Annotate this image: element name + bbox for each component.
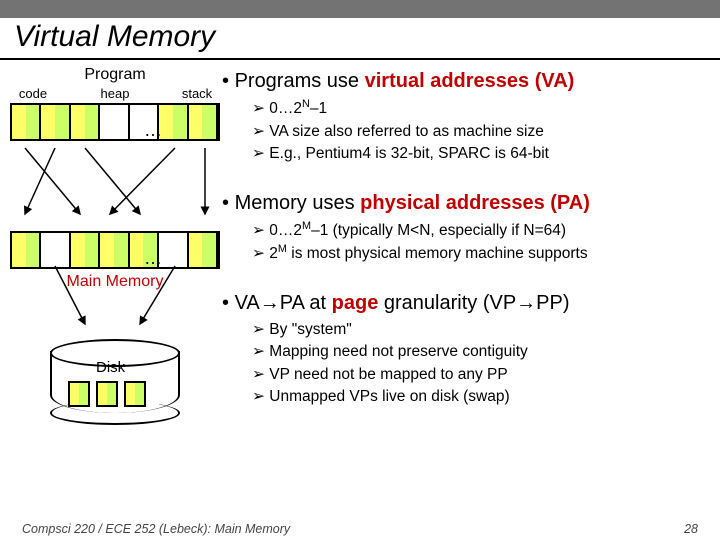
main-memory-box: …	[10, 231, 220, 269]
main-memory-label: Main Memory	[10, 273, 220, 291]
program-label: Program	[10, 66, 220, 84]
bullet-va-example: E.g., Pentium4 is 32-bit, SPARC is 64-bi…	[252, 143, 712, 165]
disk-label: Disk	[96, 359, 125, 376]
page-number: 28	[684, 522, 698, 536]
seg-stack-label: stack	[176, 86, 218, 101]
bullet-pa-max: 2M is most physical memory machine suppo…	[252, 242, 712, 266]
bullet-contiguity: Mapping need not preserve contiguity	[252, 341, 712, 363]
heap-page-2	[71, 105, 100, 139]
footer-left: Compsci 220 / ECE 252 (Lebeck): Main Mem…	[22, 522, 290, 536]
bullet-pa: Memory uses physical addresses (PA)	[222, 192, 712, 215]
mm-empty	[41, 233, 70, 267]
segment-labels: code heap stack	[10, 86, 220, 103]
heap-page-1	[41, 105, 70, 139]
seg-heap-label: heap	[54, 86, 176, 101]
disk-page	[124, 381, 146, 407]
bullet-va: Programs use virtual addresses (VA)	[222, 70, 712, 93]
mm-empty	[159, 233, 188, 267]
bullet-swap: Unmapped VPs live on disk (swap)	[252, 386, 712, 408]
mm-page	[100, 233, 129, 267]
mm-page	[71, 233, 100, 267]
diagram-column: Program code heap stack …	[10, 66, 220, 441]
bullet-by-system: By "system"	[252, 319, 712, 341]
ellipsis: …	[144, 248, 162, 269]
bullet-page: VA→PA at page granularity (VP→PP)	[222, 292, 712, 315]
footer: Compsci 220 / ECE 252 (Lebeck): Main Mem…	[0, 522, 720, 536]
disk-diagram: Disk	[10, 331, 220, 441]
bullet-vp-pp: VP need not be mapped to any PP	[252, 364, 712, 386]
top-bar	[0, 0, 720, 18]
stack-page-2	[189, 105, 218, 139]
gap-cell	[100, 105, 129, 139]
disk-page	[68, 381, 90, 407]
mm-page	[189, 233, 218, 267]
mm-page	[12, 233, 41, 267]
program-address-space: …	[10, 103, 220, 141]
bullet-va-range: 0…2N–1	[252, 97, 712, 121]
seg-code-label: code	[12, 86, 54, 101]
bullet-pa-range: 0…2M–1 (typically M<N, especially if N=6…	[252, 219, 712, 243]
code-page	[12, 105, 41, 139]
page-title: Virtual Memory	[14, 20, 720, 54]
disk-page	[96, 381, 118, 407]
bullet-va-size: VA size also referred to as machine size	[252, 121, 712, 143]
stack-page-1	[159, 105, 188, 139]
bullet-column: Programs use virtual addresses (VA) 0…2N…	[222, 70, 712, 409]
ellipsis: …	[144, 120, 162, 141]
